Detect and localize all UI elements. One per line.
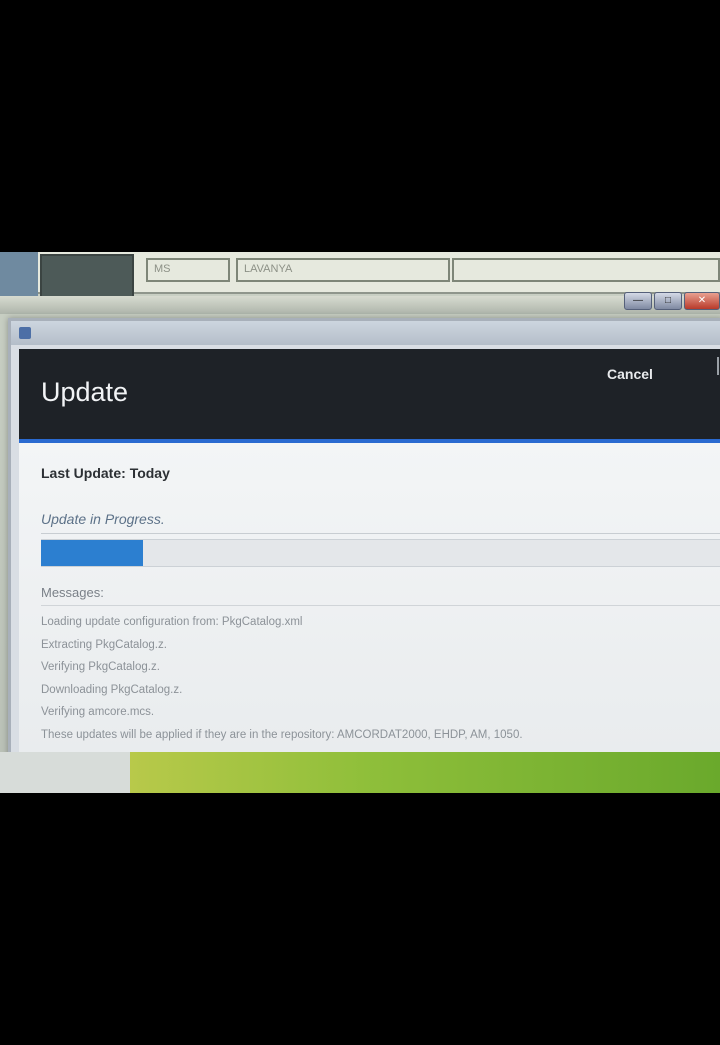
last-update: Last Update: Today bbox=[41, 465, 170, 481]
divider bbox=[41, 605, 720, 606]
message-line: Downloading PkgCatalog.z. bbox=[41, 683, 183, 696]
message-line: These updates will be applied if they ar… bbox=[41, 728, 523, 741]
maximize-button[interactable]: □ bbox=[654, 292, 682, 310]
desktop-wallpaper bbox=[130, 752, 720, 793]
cancel-button[interactable]: Cancel bbox=[601, 365, 659, 383]
messages-label: Messages: bbox=[41, 585, 104, 600]
message-line: Verifying amcore.mcs. bbox=[41, 706, 155, 718]
background-strip bbox=[0, 296, 720, 314]
message-list: Loading update configuration from: PkgCa… bbox=[41, 611, 720, 746]
photo-frame: MS LAVANYA — □ ✕ Update Cancel Last Upda… bbox=[0, 252, 720, 793]
progress-bar bbox=[41, 539, 720, 567]
window-controls: — □ ✕ bbox=[622, 292, 720, 310]
header-edge bbox=[717, 357, 719, 375]
minimize-button[interactable]: — bbox=[624, 292, 652, 310]
app-icon bbox=[19, 327, 31, 339]
background-cell-empty bbox=[452, 258, 720, 282]
background-cell: LAVANYA bbox=[236, 258, 450, 282]
desktop-background bbox=[0, 752, 130, 793]
background-dark-cell bbox=[40, 254, 134, 300]
background-cell: MS bbox=[146, 258, 230, 282]
dialog-header: Update Cancel bbox=[19, 349, 720, 443]
message-line: Extracting PkgCatalog.z. bbox=[41, 638, 167, 651]
dialog-title: Update bbox=[41, 377, 129, 407]
close-button[interactable]: ✕ bbox=[684, 292, 720, 310]
message-line: Verifying PkgCatalog.z. bbox=[41, 661, 160, 673]
progress-status: Update in Progress. bbox=[41, 511, 165, 527]
background-panel bbox=[0, 252, 38, 300]
last-update-value: Today bbox=[129, 465, 170, 481]
dialog-body: Last Update: Today Update in Progress. M… bbox=[19, 443, 720, 753]
last-update-label: Last Update: bbox=[41, 465, 126, 481]
divider bbox=[41, 533, 720, 534]
progress-bar-fill bbox=[41, 540, 144, 566]
update-window: Update Cancel Last Update: Today Update … bbox=[8, 318, 720, 764]
message-line: Loading update configuration from: PkgCa… bbox=[41, 616, 303, 628]
window-caption bbox=[11, 321, 720, 345]
background-spreadsheet: MS LAVANYA bbox=[0, 252, 720, 300]
